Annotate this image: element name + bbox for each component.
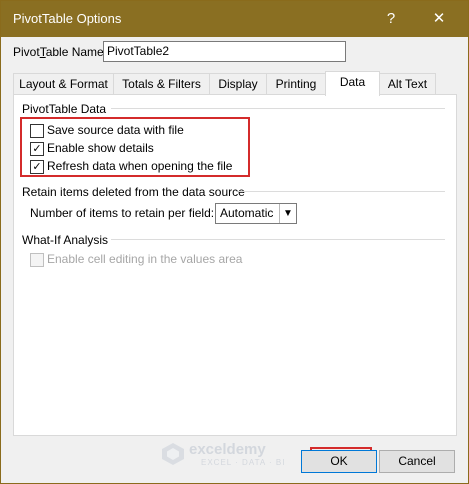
pivottable-options-dialog: PivotTable Options ? ✕ PivotTable Name: …	[0, 0, 469, 484]
pivottable-data-group-title: PivotTable Data	[22, 102, 107, 116]
group-divider	[111, 108, 445, 109]
tab-display[interactable]: Display	[209, 73, 267, 95]
enable-details-checkbox[interactable]: ✓	[30, 142, 44, 156]
cell-editing-label: Enable cell editing in the values area	[47, 252, 243, 266]
group-divider	[111, 239, 445, 240]
whatif-group-title: What-If Analysis	[22, 233, 109, 247]
retain-items-value: Automatic	[220, 206, 274, 220]
save-source-label: Save source data with file	[47, 123, 184, 137]
retain-items-label: Number of items to retain per field:	[30, 206, 215, 220]
help-button[interactable]: ?	[379, 7, 403, 31]
tab-printing[interactable]: Printing	[266, 73, 326, 95]
retain-items-select[interactable]: Automatic ▼	[215, 203, 297, 224]
cell-editing-checkbox	[30, 253, 44, 267]
retain-group-title: Retain items deleted from the data sourc…	[22, 185, 245, 199]
enable-details-label: Enable show details	[47, 141, 154, 155]
data-tab-panel: PivotTable Data Save source data with fi…	[13, 94, 457, 436]
chevron-down-icon[interactable]: ▼	[279, 204, 296, 223]
tab-alt-text[interactable]: Alt Text	[379, 73, 436, 95]
dialog-title: PivotTable Options	[13, 11, 122, 26]
close-button[interactable]: ✕	[427, 7, 451, 31]
ok-button[interactable]: OK	[301, 450, 377, 473]
exceldemy-logo-icon	[162, 443, 184, 465]
watermark-name: exceldemy	[189, 441, 266, 458]
tab-layout-format[interactable]: Layout & Format	[13, 73, 114, 95]
exceldemy-watermark: exceldemy EXCEL · DATA · BI	[161, 438, 301, 470]
tab-totals-filters[interactable]: Totals & Filters	[113, 73, 210, 95]
refresh-on-open-label: Refresh data when opening the file	[47, 159, 233, 173]
pivottable-name-input[interactable]: PivotTable2	[103, 41, 346, 62]
tab-strip: Layout & Format Totals & Filters Display…	[13, 71, 453, 96]
tab-data[interactable]: Data	[325, 71, 380, 96]
title-bar: PivotTable Options ? ✕	[1, 1, 468, 37]
save-source-checkbox[interactable]	[30, 124, 44, 138]
refresh-on-open-checkbox[interactable]: ✓	[30, 160, 44, 174]
cancel-button[interactable]: Cancel	[379, 450, 455, 473]
group-divider	[239, 191, 445, 192]
pivottable-name-label: PivotTable Name:	[13, 45, 108, 59]
watermark-tagline: EXCEL · DATA · BI	[201, 458, 286, 467]
